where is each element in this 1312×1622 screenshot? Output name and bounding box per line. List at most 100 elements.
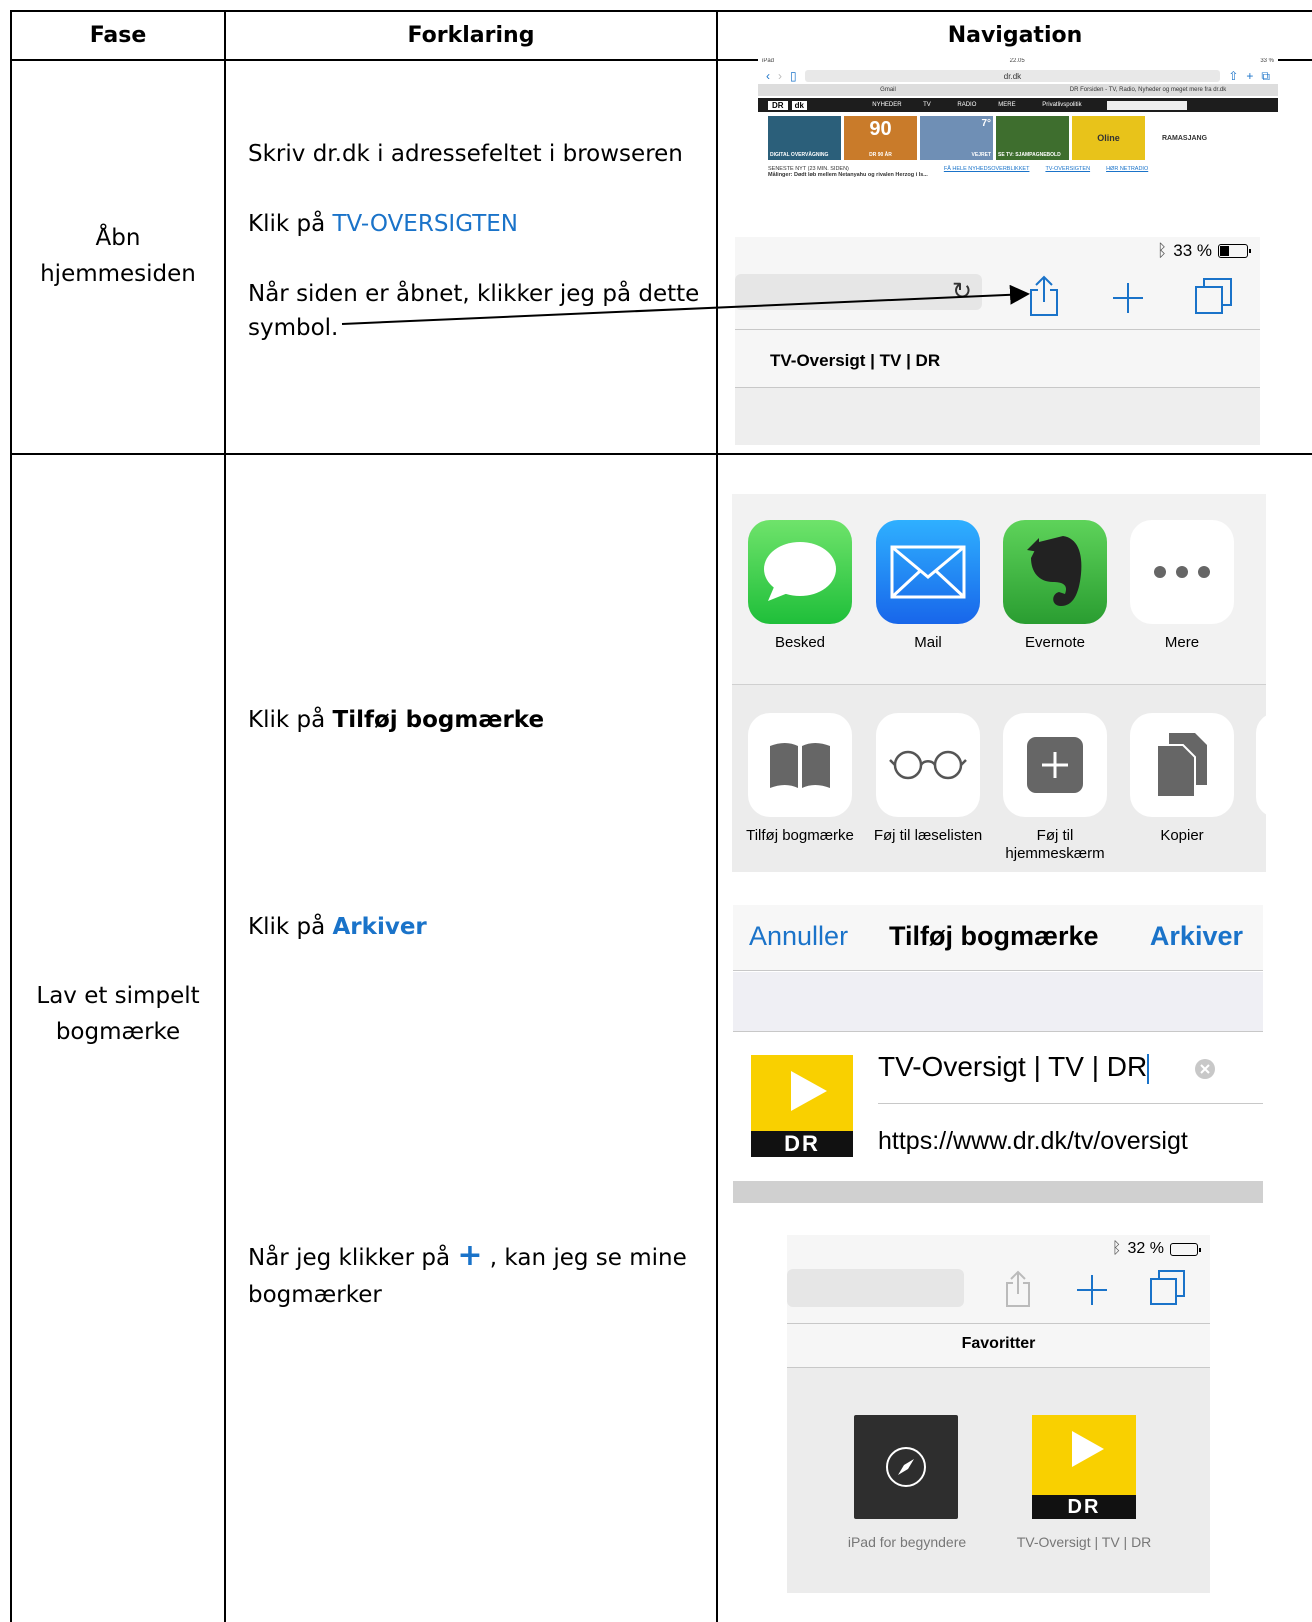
- more-apps[interactable]: [1130, 520, 1234, 624]
- netradio-link[interactable]: HØR NETRADIO: [1106, 166, 1148, 178]
- copy-action[interactable]: [1130, 713, 1234, 817]
- promo-tile[interactable]: SE TV: SJAMPAGNEBOLD: [996, 116, 1069, 160]
- tab-bar: Gmail DR Forsiden - TV, Radio, Nyheder o…: [758, 84, 1278, 96]
- privacy-link[interactable]: Privatlivspolitik: [1027, 102, 1097, 108]
- promo-tile[interactable]: DIGITAL OVERVÅGNING: [768, 116, 841, 160]
- tile-label: RAMASJANG: [1161, 134, 1208, 142]
- nav-item[interactable]: MERE: [987, 102, 1027, 108]
- back-icon[interactable]: ‹: [766, 69, 770, 83]
- tabs-icon[interactable]: ⧉: [1261, 69, 1270, 84]
- clock: 22.05: [1009, 58, 1025, 64]
- header-forklaring: Forklaring: [407, 22, 535, 48]
- promo-tile[interactable]: Oline: [1072, 116, 1145, 160]
- promo-tile[interactable]: 7° VEJRET: [920, 116, 993, 160]
- reload-icon[interactable]: ↻: [952, 277, 972, 306]
- add-to-homescreen-action[interactable]: [1003, 713, 1107, 817]
- bookmarks-icon[interactable]: ▯: [790, 69, 797, 83]
- tab-dr[interactable]: DR Forsiden - TV, Radio, Nyheder og mege…: [1018, 87, 1278, 93]
- messages-app[interactable]: [748, 520, 852, 624]
- favorite-label: TV-Oversigt | TV | DR: [1016, 1534, 1152, 1550]
- share-icon[interactable]: [1028, 275, 1060, 317]
- favorites-grid: [787, 1368, 1210, 1593]
- dr-logo[interactable]: DR: [768, 100, 788, 110]
- tv-oversigten-link[interactable]: TV-OVERSIGTEN: [333, 211, 519, 237]
- search-input[interactable]: [1106, 100, 1187, 110]
- bookmark-name-field[interactable]: TV-Oversigt | TV | DR: [878, 1051, 1150, 1084]
- nav-item[interactable]: NYHEDER: [867, 102, 907, 108]
- share-icon[interactable]: ⇧: [1228, 69, 1238, 83]
- instruction-tv-link: Klik på TV-OVERSIGTEN: [248, 206, 518, 242]
- tab-gmail[interactable]: Gmail: [758, 87, 1018, 93]
- table-column-divider-2: [716, 10, 718, 1622]
- news-headline[interactable]: Målinger: Dødt løb mellem Netanyahu og r…: [768, 172, 928, 178]
- favorite-ipad-tile[interactable]: [854, 1415, 958, 1519]
- status-right: ᛒ 32 %: [1112, 1240, 1201, 1258]
- page-area: [735, 388, 1260, 445]
- tile-number: 90: [869, 118, 892, 140]
- app-label: Mere: [1164, 634, 1200, 651]
- evernote-app[interactable]: [1003, 520, 1107, 624]
- screenshot-safari-toolbar: ᛒ 33 % ↻ TV-Oversigt | TV | DR: [735, 237, 1260, 445]
- tabs-icon[interactable]: [1194, 277, 1234, 315]
- dr-bookmark-icon: DR: [751, 1055, 853, 1157]
- fase-line: bogmærke: [55, 1019, 181, 1045]
- favorite-dr-tile[interactable]: DR: [1032, 1415, 1136, 1519]
- action-label: Kopier: [1160, 827, 1204, 844]
- add-bookmark-label: Tilføj bogmærke: [332, 707, 545, 733]
- forward-icon[interactable]: ›: [778, 69, 782, 83]
- bookmark-name-value: TV-Oversigt | TV | DR: [878, 1051, 1148, 1082]
- tv-oversigten-link[interactable]: TV-OVERSIGTEN: [1045, 166, 1090, 178]
- instruction-share-line2: symbol.: [248, 315, 339, 341]
- plus-icon[interactable]: +: [1246, 69, 1253, 83]
- nav-item[interactable]: RADIO: [947, 102, 987, 108]
- plus-square-icon: [1027, 737, 1083, 793]
- archive-label: Arkiver: [332, 914, 427, 940]
- address-text: dr.dk: [1003, 71, 1022, 81]
- fase-open-site: Åbn hjemmesiden: [12, 220, 224, 292]
- address-bar[interactable]: ↻: [735, 274, 982, 310]
- header-fase: Fase: [89, 22, 147, 48]
- mail-app[interactable]: [876, 520, 980, 624]
- fase-line: hjemmesiden: [40, 261, 196, 287]
- status-right: ᛒ 33 %: [1157, 241, 1251, 261]
- glasses-icon: [889, 750, 967, 780]
- plus-icon[interactable]: [1075, 1273, 1109, 1307]
- battery-icon: [1170, 1242, 1201, 1256]
- nav-item[interactable]: TV: [907, 102, 947, 108]
- screenshot-share-sheet: Besked Mail Evernote Mere Tilføj bogmærk…: [732, 494, 1266, 872]
- tabs-icon[interactable]: [1149, 1269, 1187, 1307]
- promo-tile[interactable]: 90 DR 90 ÅR: [844, 116, 917, 160]
- text-cursor: [1147, 1053, 1150, 1084]
- promo-tile[interactable]: RAMASJANG: [1148, 116, 1221, 160]
- share-divider: [732, 684, 1266, 685]
- page-title: TV-Oversigt | TV | DR: [770, 351, 941, 370]
- instruction-prefix: Klik på: [248, 914, 333, 940]
- instruction-share-line1: Når siden er åbnet, klikker jeg på dette: [248, 281, 700, 307]
- tile-label: Oline: [1097, 133, 1120, 143]
- browser-toolbar: ‹ › ▯ dr.dk ⇧ + ⧉: [758, 68, 1278, 84]
- favorite-label: iPad for begyndere: [847, 1534, 967, 1550]
- promo-tiles: DIGITAL OVERVÅGNING 90 DR 90 ÅR 7° VEJRET …: [758, 116, 1278, 162]
- cancel-button[interactable]: Annuller: [749, 921, 848, 952]
- bluetooth-icon: ᛒ: [1157, 241, 1168, 260]
- save-button[interactable]: Arkiver: [1150, 921, 1243, 952]
- add-bookmark-action[interactable]: [748, 713, 852, 817]
- more-actions-peek[interactable]: [1256, 713, 1266, 817]
- dialog-title: Tilføj bogmærke: [889, 921, 1099, 951]
- battery-level: 32 %: [1127, 1240, 1164, 1257]
- plus-icon[interactable]: [1111, 281, 1145, 315]
- news-more-link[interactable]: FÅ HELE NYHEDSOVERBLIKKET: [944, 166, 1030, 178]
- book-icon: [770, 743, 830, 788]
- envelope-icon: [890, 545, 966, 599]
- screenshot-favorites: ᛒ 32 % Favoritter DR iPad for begyndere …: [787, 1235, 1210, 1593]
- news-ticker: SENESTE NYT (23 MIN. SIDEN) Målinger: Død…: [758, 162, 1278, 182]
- favorites-heading: Favoritter: [961, 1335, 1036, 1352]
- instruction-see-bookmarks-2: bogmærker: [248, 1282, 382, 1308]
- speech-bubble-icon: [764, 542, 836, 601]
- address-bar[interactable]: dr.dk: [804, 70, 1221, 82]
- reading-list-action[interactable]: [876, 713, 980, 817]
- tile-label: DIGITAL OVERVÅGNING: [770, 152, 829, 158]
- clear-text-icon[interactable]: [1194, 1058, 1216, 1080]
- address-bar[interactable]: [787, 1269, 964, 1307]
- tile-label: VEJRET: [971, 152, 991, 158]
